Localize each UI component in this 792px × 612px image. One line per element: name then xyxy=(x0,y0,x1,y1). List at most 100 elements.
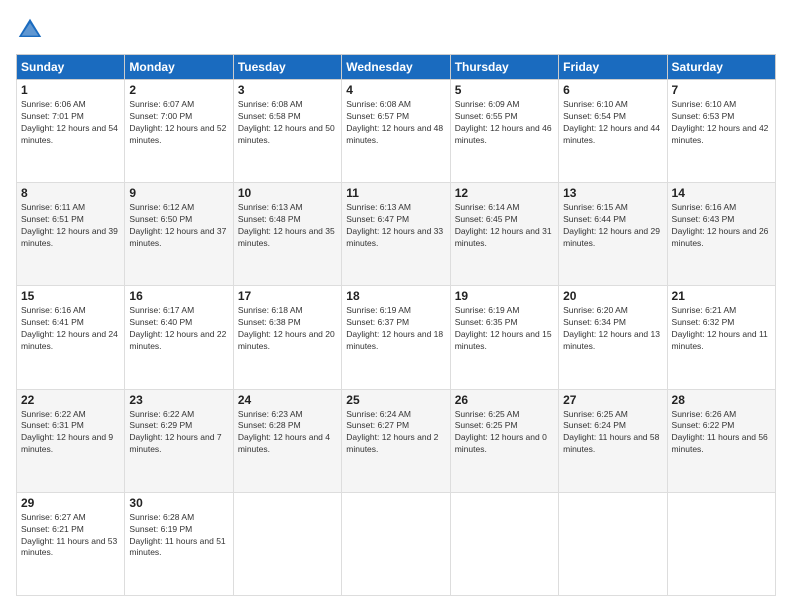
day-cell: 26 Sunrise: 6:25 AM Sunset: 6:25 PM Dayl… xyxy=(450,389,558,492)
day-info: Sunrise: 6:08 AM Sunset: 6:58 PM Dayligh… xyxy=(238,99,337,147)
day-cell: 15 Sunrise: 6:16 AM Sunset: 6:41 PM Dayl… xyxy=(17,286,125,389)
sunrise-label: Sunrise: 6:19 AM xyxy=(455,305,520,315)
day-info: Sunrise: 6:23 AM Sunset: 6:28 PM Dayligh… xyxy=(238,409,337,457)
week-row-5: 29 Sunrise: 6:27 AM Sunset: 6:21 PM Dayl… xyxy=(17,492,776,595)
day-cell: 29 Sunrise: 6:27 AM Sunset: 6:21 PM Dayl… xyxy=(17,492,125,595)
logo xyxy=(16,16,48,44)
sunset-label: Sunset: 6:38 PM xyxy=(238,317,301,327)
sunrise-label: Sunrise: 6:09 AM xyxy=(455,99,520,109)
sunrise-label: Sunrise: 6:11 AM xyxy=(21,202,85,212)
day-number: 15 xyxy=(21,289,120,303)
day-info: Sunrise: 6:16 AM Sunset: 6:43 PM Dayligh… xyxy=(672,202,771,250)
daylight-label: Daylight: 12 hours and 2 minutes. xyxy=(346,432,438,454)
day-info: Sunrise: 6:07 AM Sunset: 7:00 PM Dayligh… xyxy=(129,99,228,147)
calendar-header: SundayMondayTuesdayWednesdayThursdayFrid… xyxy=(17,55,776,80)
daylight-label: Daylight: 11 hours and 58 minutes. xyxy=(563,432,659,454)
day-info: Sunrise: 6:11 AM Sunset: 6:51 PM Dayligh… xyxy=(21,202,120,250)
sunrise-label: Sunrise: 6:14 AM xyxy=(455,202,520,212)
day-cell: 2 Sunrise: 6:07 AM Sunset: 7:00 PM Dayli… xyxy=(125,80,233,183)
daylight-label: Daylight: 12 hours and 33 minutes. xyxy=(346,226,443,248)
day-info: Sunrise: 6:13 AM Sunset: 6:48 PM Dayligh… xyxy=(238,202,337,250)
sunset-label: Sunset: 6:25 PM xyxy=(455,420,518,430)
day-cell: 3 Sunrise: 6:08 AM Sunset: 6:58 PM Dayli… xyxy=(233,80,341,183)
day-cell: 23 Sunrise: 6:22 AM Sunset: 6:29 PM Dayl… xyxy=(125,389,233,492)
day-cell xyxy=(559,492,667,595)
day-number: 28 xyxy=(672,393,771,407)
calendar-page: SundayMondayTuesdayWednesdayThursdayFrid… xyxy=(0,0,792,612)
day-number: 20 xyxy=(563,289,662,303)
day-number: 29 xyxy=(21,496,120,510)
sunrise-label: Sunrise: 6:26 AM xyxy=(672,409,737,419)
weekday-header-monday: Monday xyxy=(125,55,233,80)
daylight-label: Daylight: 12 hours and 35 minutes. xyxy=(238,226,335,248)
day-number: 23 xyxy=(129,393,228,407)
day-cell: 10 Sunrise: 6:13 AM Sunset: 6:48 PM Dayl… xyxy=(233,183,341,286)
header xyxy=(16,16,776,44)
day-cell: 6 Sunrise: 6:10 AM Sunset: 6:54 PM Dayli… xyxy=(559,80,667,183)
day-cell: 17 Sunrise: 6:18 AM Sunset: 6:38 PM Dayl… xyxy=(233,286,341,389)
day-cell: 25 Sunrise: 6:24 AM Sunset: 6:27 PM Dayl… xyxy=(342,389,450,492)
day-cell: 30 Sunrise: 6:28 AM Sunset: 6:19 PM Dayl… xyxy=(125,492,233,595)
day-number: 9 xyxy=(129,186,228,200)
day-number: 22 xyxy=(21,393,120,407)
daylight-label: Daylight: 12 hours and 31 minutes. xyxy=(455,226,552,248)
day-info: Sunrise: 6:13 AM Sunset: 6:47 PM Dayligh… xyxy=(346,202,445,250)
sunset-label: Sunset: 6:34 PM xyxy=(563,317,626,327)
day-cell: 21 Sunrise: 6:21 AM Sunset: 6:32 PM Dayl… xyxy=(667,286,775,389)
sunrise-label: Sunrise: 6:16 AM xyxy=(21,305,86,315)
day-info: Sunrise: 6:17 AM Sunset: 6:40 PM Dayligh… xyxy=(129,305,228,353)
daylight-label: Daylight: 12 hours and 29 minutes. xyxy=(563,226,660,248)
day-number: 4 xyxy=(346,83,445,97)
day-info: Sunrise: 6:28 AM Sunset: 6:19 PM Dayligh… xyxy=(129,512,228,560)
sunset-label: Sunset: 6:47 PM xyxy=(346,214,409,224)
day-number: 3 xyxy=(238,83,337,97)
day-cell: 28 Sunrise: 6:26 AM Sunset: 6:22 PM Dayl… xyxy=(667,389,775,492)
day-cell: 11 Sunrise: 6:13 AM Sunset: 6:47 PM Dayl… xyxy=(342,183,450,286)
day-info: Sunrise: 6:21 AM Sunset: 6:32 PM Dayligh… xyxy=(672,305,771,353)
daylight-label: Daylight: 12 hours and 42 minutes. xyxy=(672,123,769,145)
sunset-label: Sunset: 6:21 PM xyxy=(21,524,84,534)
daylight-label: Daylight: 12 hours and 9 minutes. xyxy=(21,432,113,454)
day-cell: 1 Sunrise: 6:06 AM Sunset: 7:01 PM Dayli… xyxy=(17,80,125,183)
day-info: Sunrise: 6:12 AM Sunset: 6:50 PM Dayligh… xyxy=(129,202,228,250)
day-cell: 8 Sunrise: 6:11 AM Sunset: 6:51 PM Dayli… xyxy=(17,183,125,286)
day-number: 26 xyxy=(455,393,554,407)
day-number: 19 xyxy=(455,289,554,303)
sunset-label: Sunset: 6:53 PM xyxy=(672,111,735,121)
daylight-label: Daylight: 12 hours and 0 minutes. xyxy=(455,432,547,454)
sunset-label: Sunset: 6:55 PM xyxy=(455,111,518,121)
day-number: 27 xyxy=(563,393,662,407)
day-cell xyxy=(233,492,341,595)
daylight-label: Daylight: 12 hours and 26 minutes. xyxy=(672,226,769,248)
sunset-label: Sunset: 6:24 PM xyxy=(563,420,626,430)
day-info: Sunrise: 6:24 AM Sunset: 6:27 PM Dayligh… xyxy=(346,409,445,457)
day-info: Sunrise: 6:19 AM Sunset: 6:37 PM Dayligh… xyxy=(346,305,445,353)
day-cell: 5 Sunrise: 6:09 AM Sunset: 6:55 PM Dayli… xyxy=(450,80,558,183)
daylight-label: Daylight: 12 hours and 54 minutes. xyxy=(21,123,118,145)
sunrise-label: Sunrise: 6:16 AM xyxy=(672,202,737,212)
logo-icon xyxy=(16,16,44,44)
sunset-label: Sunset: 6:44 PM xyxy=(563,214,626,224)
day-number: 30 xyxy=(129,496,228,510)
daylight-label: Daylight: 12 hours and 11 minutes. xyxy=(672,329,768,351)
day-info: Sunrise: 6:26 AM Sunset: 6:22 PM Dayligh… xyxy=(672,409,771,457)
day-info: Sunrise: 6:25 AM Sunset: 6:24 PM Dayligh… xyxy=(563,409,662,457)
day-info: Sunrise: 6:08 AM Sunset: 6:57 PM Dayligh… xyxy=(346,99,445,147)
day-number: 24 xyxy=(238,393,337,407)
day-number: 17 xyxy=(238,289,337,303)
sunrise-label: Sunrise: 6:10 AM xyxy=(563,99,628,109)
sunset-label: Sunset: 6:29 PM xyxy=(129,420,192,430)
calendar-body: 1 Sunrise: 6:06 AM Sunset: 7:01 PM Dayli… xyxy=(17,80,776,596)
day-cell: 7 Sunrise: 6:10 AM Sunset: 6:53 PM Dayli… xyxy=(667,80,775,183)
day-number: 13 xyxy=(563,186,662,200)
day-number: 14 xyxy=(672,186,771,200)
day-cell: 20 Sunrise: 6:20 AM Sunset: 6:34 PM Dayl… xyxy=(559,286,667,389)
day-info: Sunrise: 6:16 AM Sunset: 6:41 PM Dayligh… xyxy=(21,305,120,353)
day-number: 5 xyxy=(455,83,554,97)
sunrise-label: Sunrise: 6:22 AM xyxy=(129,409,194,419)
day-info: Sunrise: 6:06 AM Sunset: 7:01 PM Dayligh… xyxy=(21,99,120,147)
sunset-label: Sunset: 6:48 PM xyxy=(238,214,301,224)
week-row-1: 1 Sunrise: 6:06 AM Sunset: 7:01 PM Dayli… xyxy=(17,80,776,183)
sunset-label: Sunset: 6:54 PM xyxy=(563,111,626,121)
sunrise-label: Sunrise: 6:10 AM xyxy=(672,99,737,109)
